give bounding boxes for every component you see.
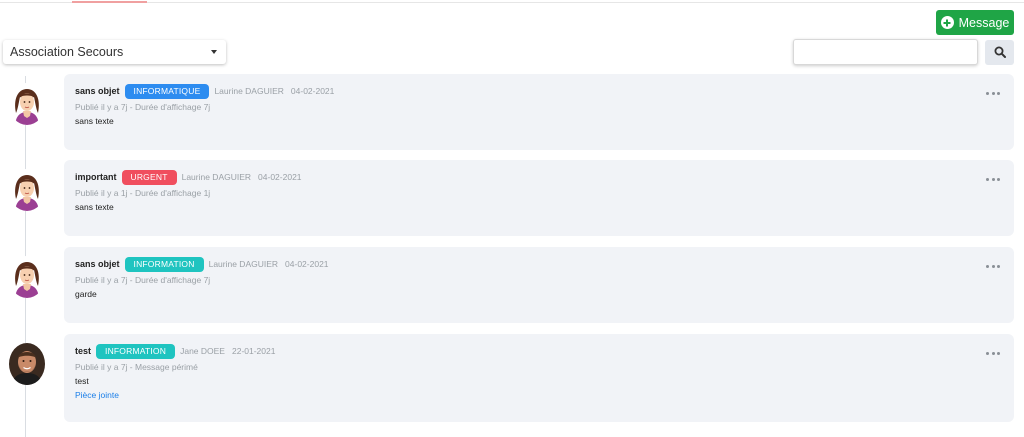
message-date: 22-01-2021 [231, 346, 276, 356]
message-meta: Publié il y a 1j - Durée d'affichage 1j [75, 188, 211, 198]
message-author: Laurine DAGUIER [214, 86, 284, 96]
search-icon [994, 46, 1006, 58]
male-photo-avatar [9, 343, 45, 385]
category-badge: INFORMATIQUE [124, 83, 210, 99]
association-select-value: Association Secours [10, 45, 124, 59]
message-card[interactable]: sans objet INFORMATIQUE Laurine DAGUIER … [64, 74, 1014, 150]
plus-circle-icon [940, 16, 954, 29]
female-avatar [9, 169, 45, 211]
message-date: 04-02-2021 [285, 259, 329, 269]
search-button[interactable] [985, 40, 1014, 65]
caret-down-icon [211, 50, 217, 54]
category-badge: URGENT [121, 169, 177, 185]
message-subject: test [75, 346, 92, 356]
message-author: Laurine DAGUIER [208, 259, 279, 269]
message-meta: Publié il y a 7j - Durée d'affichage 7j [75, 102, 211, 112]
message-card[interactable]: test INFORMATION Jane DOEE 22-01-2021 Pu… [64, 334, 1014, 422]
message-date: 04-02-2021 [290, 86, 335, 96]
message-body: sans texte [75, 202, 114, 212]
category-badge: INFORMATION [96, 343, 176, 359]
category-badge: INFORMATION [124, 256, 204, 272]
search-input[interactable] [793, 39, 978, 65]
message-meta: Publié il y a 7j - Durée d'affichage 7j [75, 275, 211, 285]
ellipsis-icon[interactable] [986, 350, 1000, 356]
message-meta: Publié il y a 7j - Message périmé [75, 362, 198, 372]
active-tab-indicator [72, 1, 147, 3]
message-body: garde [75, 289, 97, 299]
message-date: 04-02-2021 [258, 172, 302, 182]
message-body: test [75, 376, 89, 386]
ellipsis-icon[interactable] [986, 176, 1000, 182]
association-select[interactable]: Association Secours [3, 40, 226, 64]
new-message-label: Message [958, 15, 1010, 30]
ellipsis-icon[interactable] [986, 90, 1000, 96]
message-subject: important [75, 172, 117, 182]
ellipsis-icon[interactable] [986, 263, 1000, 269]
message-subject: sans objet [75, 259, 120, 269]
message-author: Jane DOEE [180, 346, 225, 356]
message-card[interactable]: important URGENT Laurine DAGUIER 04-02-2… [64, 160, 1014, 236]
attachment-link[interactable]: Pièce jointe [75, 390, 119, 400]
top-divider [0, 2, 1024, 3]
message-author: Laurine DAGUIER [181, 172, 252, 182]
female-avatar [9, 256, 45, 298]
message-subject: sans objet [75, 86, 120, 96]
message-card[interactable]: sans objet INFORMATION Laurine DAGUIER 0… [64, 247, 1014, 323]
message-body: sans texte [75, 116, 114, 126]
new-message-button[interactable]: Message [936, 10, 1014, 35]
female-avatar [9, 83, 45, 125]
